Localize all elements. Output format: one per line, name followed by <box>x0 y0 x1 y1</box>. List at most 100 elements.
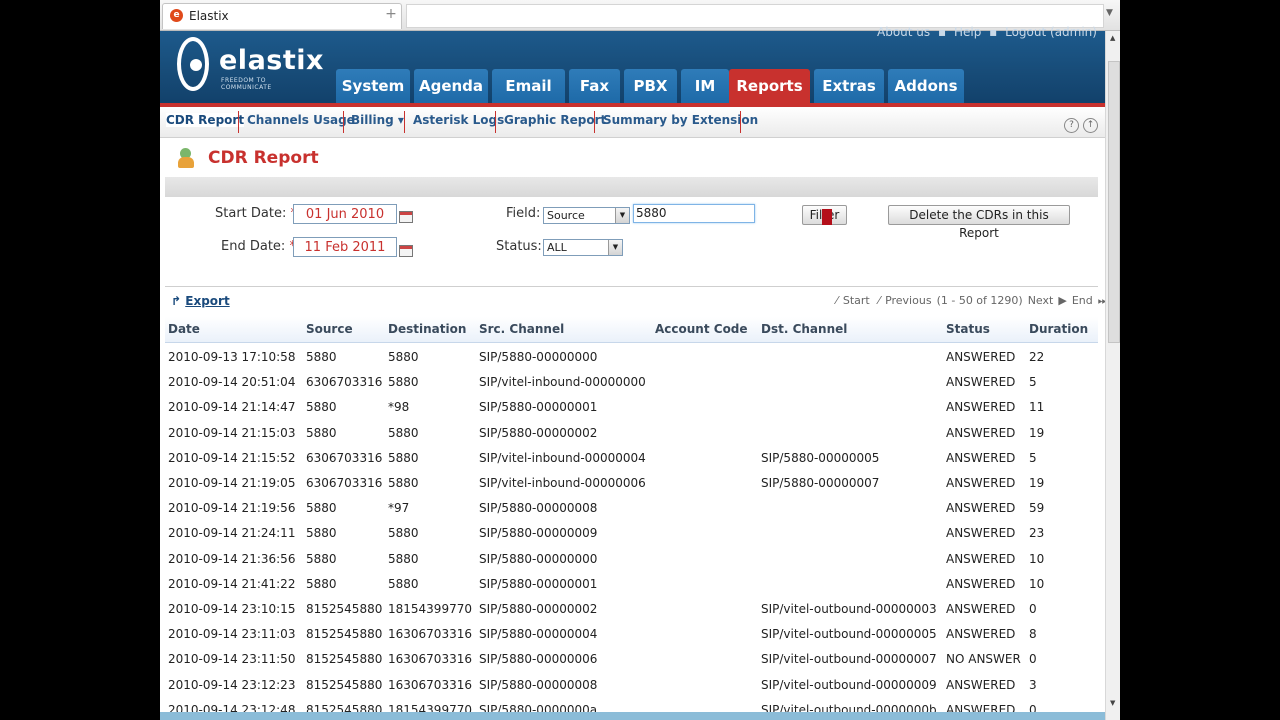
subnav-cdr-report[interactable]: CDR Report <box>166 113 245 127</box>
table-row[interactable]: 2010-09-14 21:14:47 5880 *98 SIP/5880-00000… <box>165 394 1098 419</box>
help-icons: ? ↑ <box>1064 112 1102 133</box>
column-header-destination[interactable]: Destination <box>388 322 466 336</box>
nav-tab-extras[interactable]: Extras <box>814 69 884 103</box>
cell-status: ANSWERED <box>946 476 1016 490</box>
table-row[interactable]: 2010-09-14 23:11:03 8152545880 16306703316… <box>165 621 1098 646</box>
help-icon[interactable]: ? <box>1064 118 1079 133</box>
nav-tab-addons[interactable]: Addons <box>888 69 964 103</box>
end-link[interactable]: End <box>1072 294 1093 307</box>
start-icon: ⁄ <box>836 294 838 307</box>
scrollbar-thumb[interactable] <box>1108 61 1120 343</box>
status-select[interactable]: ALL ▼ <box>543 239 623 256</box>
nav-tab-email[interactable]: Email <box>492 69 565 103</box>
cell-status: ANSWERED <box>946 677 1016 692</box>
table-row[interactable]: 2010-09-13 17:10:58 5880 5880 SIP/5880-0000… <box>165 344 1098 369</box>
cell-status: ANSWERED <box>946 400 1016 415</box>
users-icon <box>178 148 194 168</box>
scroll-top-icon[interactable]: ↑ <box>1083 118 1098 133</box>
export-link[interactable]: ↱ Export <box>171 294 230 308</box>
cell-destination: 5880 <box>388 526 419 541</box>
scroll-down-icon[interactable]: ▼ <box>1110 699 1115 707</box>
cell-source: 5880 <box>306 425 337 440</box>
table-row[interactable]: 2010-09-14 23:11:50 8152545880 16306703316… <box>165 646 1098 671</box>
cell-src-channel: SIP/5880-00000000 <box>479 551 598 566</box>
column-header-status[interactable]: Status <box>946 322 990 336</box>
table-row[interactable]: 2010-09-14 20:51:04 6306703316 5880 SIP/vit… <box>165 369 1098 394</box>
table-row[interactable]: 2010-09-14 21:24:11 5880 5880 SIP/5880-0000… <box>165 520 1098 545</box>
table-row[interactable]: 2010-09-14 21:15:03 5880 5880 SIP/5880-0000… <box>165 420 1098 445</box>
column-header-duration[interactable]: Duration <box>1029 322 1088 336</box>
cell-source: 5880 <box>306 576 337 591</box>
table-row[interactable]: 2010-09-14 21:19:05 6306703316 5880 SIP/vit… <box>165 470 1098 495</box>
table-row[interactable]: 2010-09-14 21:19:56 5880 *97 SIP/5880-00000… <box>165 495 1098 520</box>
nav-tab-im[interactable]: IM <box>681 69 729 103</box>
column-header-account-code[interactable]: Account Code <box>655 322 748 336</box>
cell-src-channel: SIP/5880-00000001 <box>479 400 598 415</box>
chevron-down-icon: ▼ <box>608 240 622 255</box>
table-row[interactable]: 2010-09-14 23:10:15 8152545880 18154399770… <box>165 596 1098 621</box>
subnav-channels-usage[interactable]: Channels Usage <box>247 113 355 127</box>
subnav-billing[interactable]: Billing ▾ <box>351 113 404 127</box>
table-row[interactable]: 2010-09-14 23:12:23 8152545880 16306703316… <box>165 672 1098 697</box>
browser-tab-title: Elastix <box>189 9 229 23</box>
field-select[interactable]: Source ▼ <box>543 207 630 224</box>
top-links: About us ▪ Help ▪ Logout (admin) <box>875 25 1099 39</box>
cell-status: ANSWERED <box>946 602 1016 616</box>
calendar-icon[interactable] <box>399 245 413 257</box>
cell-duration: 10 <box>1029 576 1045 591</box>
cell-dst-channel: SIP/vitel-outbound-00000003 <box>761 602 937 616</box>
cell-src-channel: SIP/5880-00000008 <box>479 501 598 516</box>
cell-duration: 19 <box>1029 425 1045 440</box>
column-header-dst-channel[interactable]: Dst. Channel <box>761 322 847 336</box>
logout-link[interactable]: Logout (admin) <box>1005 25 1097 39</box>
nav-tab-pbx[interactable]: PBX <box>624 69 677 103</box>
nav-tab-fax[interactable]: Fax <box>569 69 620 103</box>
nav-tab-agenda[interactable]: Agenda <box>414 69 488 103</box>
table-row[interactable]: 2010-09-14 21:41:22 5880 5880 SIP/5880-0000… <box>165 571 1098 596</box>
column-header-src-channel[interactable]: Src. Channel <box>479 322 564 336</box>
start-link[interactable]: Start <box>843 294 870 307</box>
export-label: Export <box>185 294 230 308</box>
bullet-separator: ▪ <box>937 25 947 39</box>
cell-date: 2010-09-14 21:15:52 <box>168 450 296 465</box>
column-header-source[interactable]: Source <box>306 322 353 336</box>
cell-destination: *98 <box>388 400 410 415</box>
next-link[interactable]: Next <box>1028 294 1054 307</box>
cell-duration: 5 <box>1029 375 1037 390</box>
logo-tagline: FREEDOM TO COMMUNICATE <box>221 77 272 91</box>
previous-icon: ⁄ <box>878 294 881 307</box>
field-value-input[interactable]: 5880 <box>633 204 755 223</box>
end-date-field[interactable]: 11 Feb 2011 <box>293 237 397 257</box>
elastix-logo[interactable]: elastix FREEDOM TO COMMUNICATE <box>175 37 323 93</box>
page-title: CDR Report <box>208 148 319 168</box>
subnav-asterisk-logs[interactable]: Asterisk Logs <box>413 113 504 127</box>
about-us-link[interactable]: About us <box>877 25 930 39</box>
scroll-up-icon[interactable]: ▲ <box>1110 34 1115 42</box>
cell-date: 2010-09-14 23:10:15 <box>168 602 296 616</box>
elastix-favicon-icon: e <box>170 9 183 22</box>
table-row[interactable]: 2010-09-14 21:36:56 5880 5880 SIP/5880-0000… <box>165 546 1098 571</box>
tab-list-icon[interactable]: ▼ <box>1106 8 1113 18</box>
previous-link[interactable]: Previous <box>885 294 932 307</box>
cell-dst-channel: SIP/vitel-outbound-00000009 <box>761 677 937 692</box>
cell-duration: 23 <box>1029 526 1045 541</box>
cell-destination: 5880 <box>388 576 419 591</box>
browser-tab[interactable]: e Elastix <box>162 3 402 29</box>
cell-date: 2010-09-14 23:11:03 <box>168 627 296 642</box>
pagination: ⁄ Start ⁄ Previous (1 - 50 of 1290) Next ▶ End… <box>836 294 1113 308</box>
delete-cdrs-button[interactable]: Delete the CDRs in this Report <box>888 205 1070 240</box>
divider <box>740 111 741 133</box>
nav-tab-reports[interactable]: Reports <box>729 69 810 103</box>
new-tab-button[interactable]: + <box>380 3 402 25</box>
calendar-icon[interactable] <box>399 211 413 223</box>
start-date-field[interactable]: 01 Jun 2010 <box>293 204 397 224</box>
nav-tab-system[interactable]: System <box>336 69 410 103</box>
subnav-summary-by-extension[interactable]: Summary by Extension <box>603 113 758 127</box>
help-link[interactable]: Help <box>954 25 981 39</box>
cell-date: 2010-09-14 21:14:47 <box>168 400 296 415</box>
scrollbar[interactable]: ▲ ▼ <box>1105 31 1120 720</box>
column-header-date[interactable]: Date <box>168 322 200 336</box>
subnav-graphic-report[interactable]: Graphic Report <box>504 113 606 127</box>
table-row[interactable]: 2010-09-14 21:15:52 6306703316 5880 SIP/vit… <box>165 445 1098 470</box>
divider <box>165 286 1098 287</box>
